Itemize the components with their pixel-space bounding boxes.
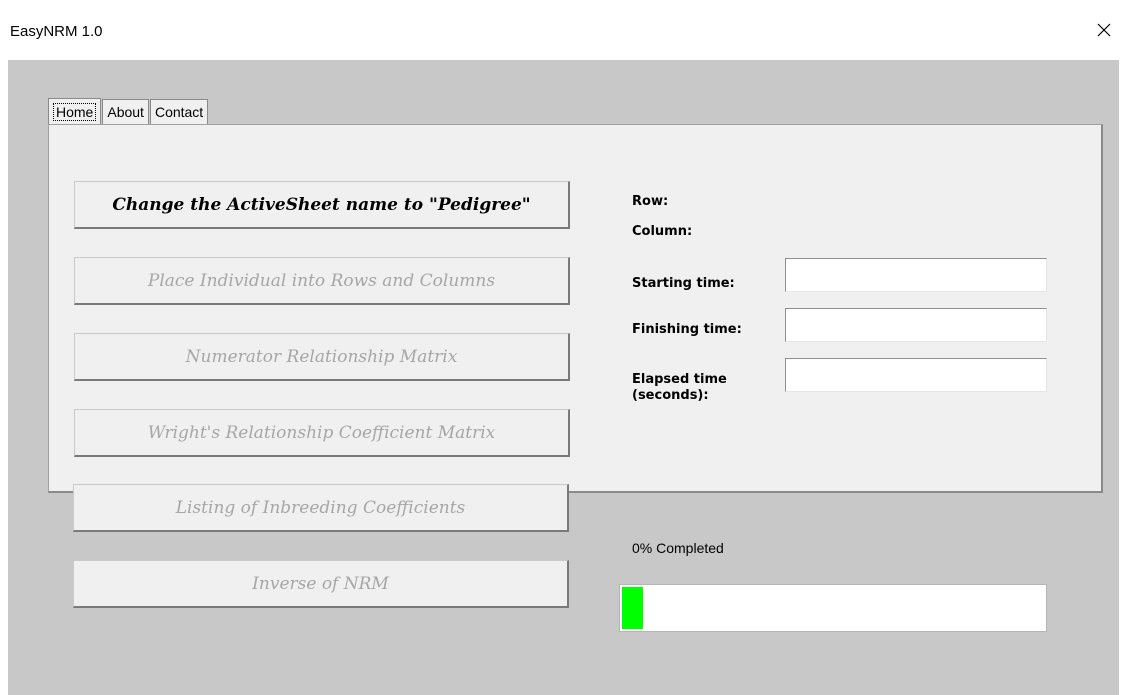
tab-about[interactable]: About	[102, 99, 149, 124]
close-icon	[1097, 23, 1111, 37]
starting-time-field[interactable]	[785, 258, 1047, 292]
place-individual-button[interactable]: Place Individual into Rows and Columns	[74, 257, 570, 305]
close-button[interactable]	[1081, 10, 1127, 50]
elapsed-time-label-line1: Elapsed time	[632, 372, 727, 387]
starting-time-label: Starting time:	[632, 276, 735, 291]
progress-status: 0% Completed	[632, 540, 724, 556]
inbreeding-coefficients-button[interactable]: Listing of Inbreeding Coefficients	[73, 484, 569, 532]
numerator-matrix-button[interactable]: Numerator Relationship Matrix	[74, 333, 570, 381]
window-title: EasyNRM 1.0	[10, 23, 103, 40]
tab-contact-label: Contact	[154, 104, 204, 120]
tab-strip: Home About Contact	[48, 98, 209, 124]
wright-coefficient-button[interactable]: Wright's Relationship Coefficient Matrix	[74, 409, 570, 457]
tab-home-label: Home	[53, 102, 97, 121]
progress-bar	[619, 584, 1047, 632]
elapsed-time-label: Elapsed time (seconds):	[632, 372, 727, 404]
title-bar: EasyNRM 1.0	[0, 0, 1127, 60]
tab-home[interactable]: Home	[48, 98, 102, 124]
row-label: Row:	[632, 194, 669, 209]
elapsed-time-field[interactable]	[785, 358, 1047, 392]
finishing-time-field[interactable]	[785, 308, 1047, 342]
elapsed-time-label-line2: (seconds):	[632, 388, 709, 403]
tab-contact[interactable]: Contact	[149, 99, 209, 124]
finishing-time-label: Finishing time:	[632, 322, 742, 337]
progress-bar-fill	[622, 587, 643, 629]
inverse-nrm-button[interactable]: Inverse of NRM	[73, 560, 569, 608]
tab-about-label: About	[107, 104, 144, 120]
rename-sheet-button[interactable]: Change the ActiveSheet name to "Pedigree…	[74, 181, 570, 229]
column-label: Column:	[632, 224, 693, 239]
